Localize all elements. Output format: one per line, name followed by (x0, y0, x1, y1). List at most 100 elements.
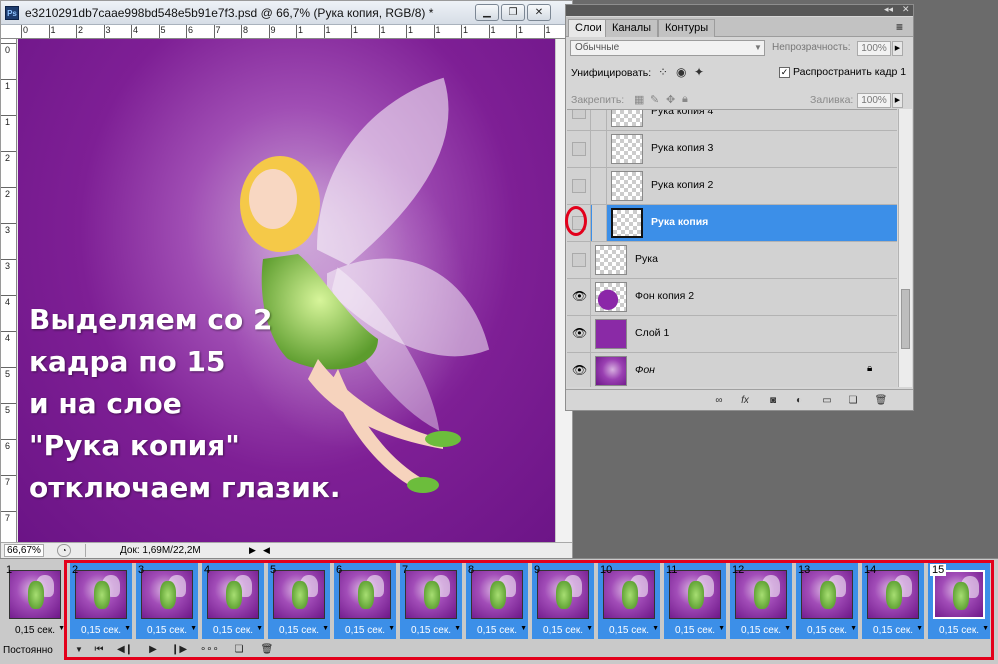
new-layer-icon[interactable]: ❏ (846, 394, 860, 407)
layer-name: Рука копия 4 (651, 109, 714, 117)
ruler-label: 1 (518, 25, 524, 35)
layer-visibility-toggle[interactable] (567, 168, 591, 204)
layer-name: Фон (635, 364, 655, 376)
ruler-tick (1, 367, 16, 368)
panel-header-strip[interactable]: ◂◂ ✕ (566, 4, 913, 16)
loop-options-select[interactable]: Постоянно (0, 643, 64, 659)
adjustment-icon[interactable]: ◐ (792, 394, 806, 407)
layer-thumbnail (611, 171, 643, 201)
ruler-tick (1, 295, 16, 296)
ruler-label: 1 (325, 25, 331, 35)
frame-delay[interactable]: 0,15 сек. (4, 625, 66, 636)
layer-row[interactable]: 👁︎ Слой 1 (567, 316, 897, 353)
scroll-left-icon[interactable]: ◀ (263, 545, 270, 556)
ruler-label: 3 (5, 225, 11, 235)
opacity-arrow-icon[interactable]: ▶ (892, 41, 903, 56)
ruler-label: 8 (243, 25, 249, 35)
link-icon[interactable]: ∞ (712, 394, 726, 407)
close-panel-icon[interactable]: ✕ (902, 4, 910, 15)
close-icon[interactable]: ✕ (527, 4, 551, 21)
propagate-frame-label: Распространить кадр 1 (793, 66, 907, 78)
ruler-label: 3 (5, 261, 11, 271)
layer-row[interactable]: 👁︎ Фон копия 2 (567, 279, 897, 316)
ruler-tick (1, 187, 16, 188)
unify-label: Унифицировать: (571, 67, 652, 79)
ruler-label: 7 (5, 477, 11, 487)
minimize-icon[interactable]: ▁ (475, 4, 499, 21)
lock-brush-icon[interactable]: ✎ (650, 93, 659, 106)
layer-row[interactable]: Рука копия 2 (567, 168, 897, 205)
ruler-label: 5 (5, 369, 11, 379)
status-menu-arrow-icon[interactable]: ▶ (249, 545, 256, 556)
unify-style-icon[interactable]: ✦ (694, 65, 704, 79)
fill-input[interactable]: 100% (857, 93, 891, 108)
fill-arrow-icon[interactable]: ▶ (892, 93, 903, 108)
layer-name: Слой 1 (635, 327, 670, 339)
tab-layers[interactable]: Слои (568, 19, 609, 37)
document-titlebar[interactable]: Ps e3210291db7caae998bd548e5b91e7f3.psd … (1, 1, 572, 25)
tab-paths[interactable]: Контуры (658, 19, 716, 37)
layer-visibility-toggle[interactable]: 👁︎ (567, 316, 591, 352)
ruler-label: 5 (160, 25, 166, 35)
unify-position-icon[interactable]: ⁘ (658, 65, 668, 79)
layer-thumbnail (595, 319, 627, 349)
layer-visibility-toggle[interactable]: 👁︎ (567, 279, 591, 315)
frame-thumb-figure (28, 581, 44, 609)
ruler-tick (1, 403, 16, 404)
ruler-tick (1, 259, 16, 260)
zoom-field[interactable]: 66,67% (4, 544, 44, 557)
ruler-tick (1, 331, 16, 332)
layer-visibility-toggle[interactable] (567, 242, 591, 278)
mask-icon[interactable]: ◙ (766, 394, 780, 407)
propagate-frame-checkbox[interactable]: ✓ (779, 67, 790, 78)
layer-name: Рука копия 3 (651, 142, 714, 154)
fill-label: Заливка: (810, 94, 854, 106)
ruler-label: 1 (435, 25, 441, 35)
layer-name: Рука (635, 253, 658, 265)
annotation-frame-selection (64, 560, 994, 660)
layer-visibility-toggle[interactable] (567, 110, 591, 130)
layer-row[interactable]: Рука (567, 242, 897, 279)
lock-label: Закрепить: (571, 94, 625, 106)
zoom-toggle-icon[interactable]: ◔ (57, 544, 71, 557)
hidden-eye-box (572, 110, 586, 119)
unify-visibility-icon[interactable]: ◉ (676, 65, 686, 79)
ruler-label: 1 (408, 25, 414, 35)
workspace-background (914, 0, 998, 558)
document-window: Ps e3210291db7caae998bd548e5b91e7f3.psd … (0, 0, 573, 558)
animation-frame[interactable]: 1 0,15 сек. ▼ (4, 563, 66, 639)
layer-name: Рука копия 2 (651, 179, 714, 191)
layer-thumbnail (611, 208, 643, 238)
lock-transparent-icon[interactable]: ▦ (634, 93, 644, 106)
layer-row[interactable]: Рука копия 4 (567, 109, 897, 131)
group-icon[interactable]: ▭ (820, 394, 834, 407)
ruler-label: 1 (490, 25, 496, 35)
layer-row[interactable]: Рука копия (567, 205, 897, 242)
layer-row[interactable]: Рука копия 3 (567, 131, 897, 168)
ruler-label: 4 (5, 297, 11, 307)
layer-lock-icon: 🔒︎ (867, 363, 873, 374)
layer-row[interactable]: 👁︎ Фон 🔒︎ (567, 353, 897, 387)
layer-visibility-toggle[interactable] (567, 131, 591, 167)
panel-menu-icon[interactable]: ≡ (896, 20, 903, 34)
blend-mode-select[interactable]: Обычные (570, 40, 765, 56)
panel-tabs: Слои Каналы Контуры ≡ (566, 17, 913, 37)
photoshop-app-icon: Ps (5, 6, 19, 20)
layers-scrollbar[interactable] (898, 109, 912, 387)
fx-icon[interactable]: fx (738, 394, 752, 407)
tab-channels[interactable]: Каналы (605, 19, 659, 37)
blend-dropdown-icon[interactable]: ▼ (754, 43, 762, 52)
collapse-panel-icon[interactable]: ◂◂ (884, 4, 893, 15)
trash-icon[interactable]: 🗑︎ (874, 394, 888, 407)
lock-move-icon[interactable]: ✥ (666, 93, 675, 106)
layer-thumbnail (595, 356, 627, 386)
ruler-label: 1 (5, 81, 11, 91)
lock-all-icon[interactable]: 🔒︎ (682, 93, 688, 106)
layer-visibility-toggle[interactable]: 👁︎ (567, 353, 591, 387)
opacity-input[interactable]: 100% (857, 41, 891, 56)
ruler-label: 1 (353, 25, 359, 35)
layers-scroll-thumb[interactable] (901, 289, 910, 349)
restore-icon[interactable]: ❐ (501, 4, 525, 21)
hidden-eye-box (572, 179, 586, 193)
ruler-label: 5 (5, 405, 11, 415)
